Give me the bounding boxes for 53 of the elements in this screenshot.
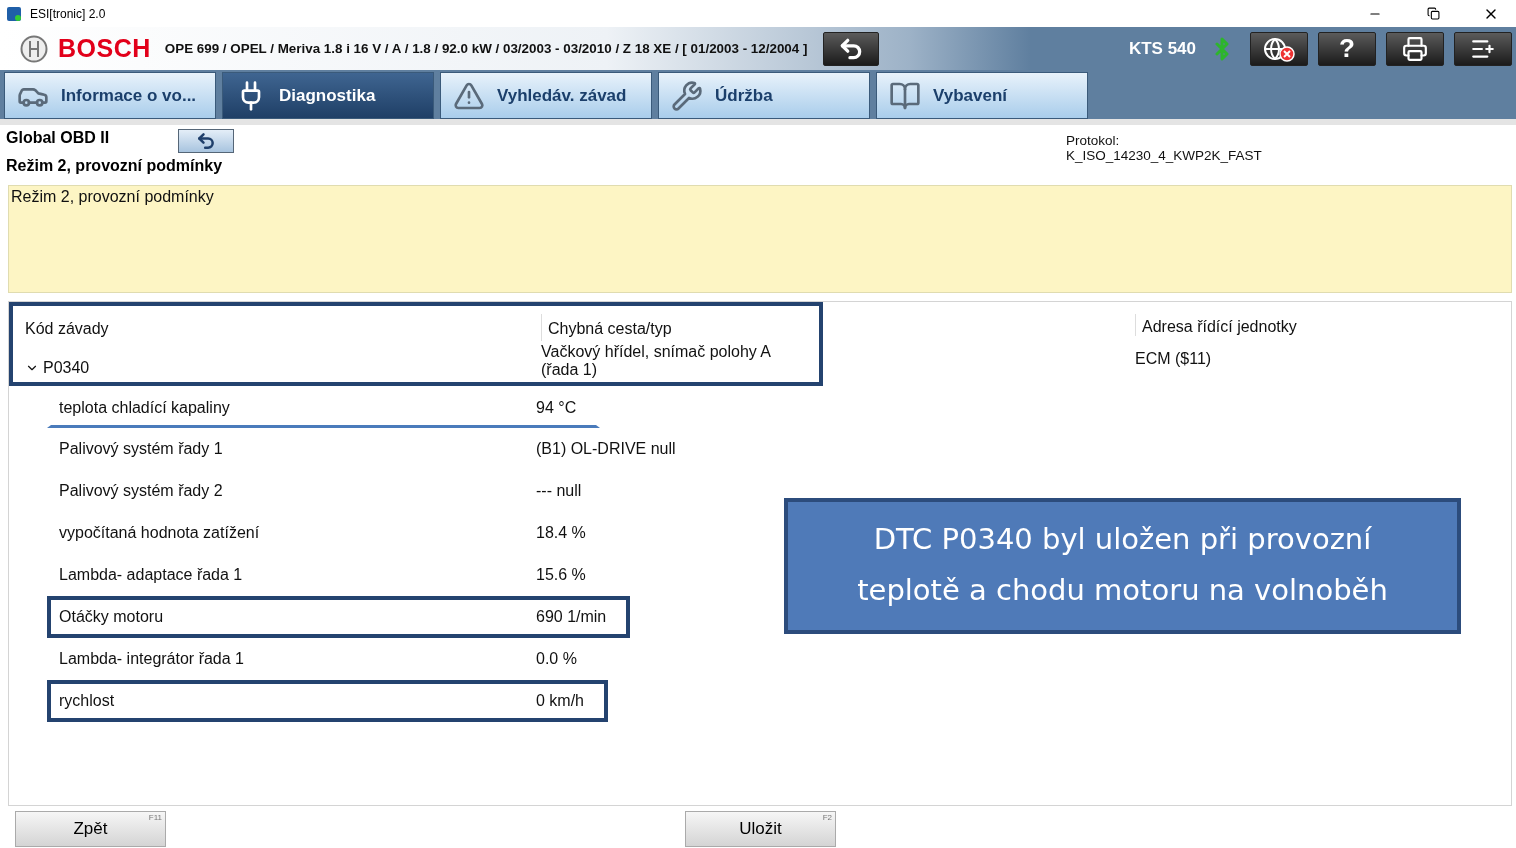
nav-tab[interactable]: Vybavení xyxy=(876,72,1088,119)
back-arrow-icon xyxy=(196,131,216,151)
parameter-value: 15.6 % xyxy=(536,566,586,584)
parameter-name: teplota chladící kapaliny xyxy=(59,398,231,417)
app-icon xyxy=(6,5,22,22)
parameter-value: 0.0 % xyxy=(536,650,577,668)
parameter-value: 690 1/min xyxy=(536,608,607,626)
parameter-name: Lambda- adaptace řada 1 xyxy=(59,566,244,584)
printer-icon xyxy=(1402,35,1428,62)
protocol-label: Protokol: xyxy=(1066,133,1121,148)
parameter-value: 94 °C xyxy=(536,398,577,417)
window-title: ESI[tronic] 2.0 xyxy=(30,6,107,21)
column-header: Chybná cesta/typ xyxy=(541,314,811,341)
system-title: Global OBD II xyxy=(6,129,111,148)
parameter-name: Palivový systém řady 1 xyxy=(59,440,224,458)
wrench-icon xyxy=(671,79,703,112)
nav-tab[interactable]: Diagnostika xyxy=(222,72,434,119)
menu-button[interactable] xyxy=(1454,31,1512,66)
fault-address: ECM ($11) xyxy=(1135,350,1213,368)
print-button[interactable] xyxy=(1386,31,1444,66)
device-name: KTS 540 xyxy=(1128,38,1196,59)
parameter-name: Palivový systém řady 2 xyxy=(59,482,224,500)
column-header: Adresa řídící jednotky xyxy=(1135,314,1511,336)
nav-tab[interactable]: Informace o vo... xyxy=(4,72,216,119)
parameter-name: vypočítaná hodnota zatížení xyxy=(59,524,261,542)
shortcut-key: F2 xyxy=(822,813,832,822)
parameter-name: Otáčky motoru xyxy=(59,608,165,626)
parameter-value: 18.4 % xyxy=(536,524,586,542)
parameter-value: (B1) OL-DRIVE null xyxy=(536,440,676,458)
nav-tab[interactable]: Údržba xyxy=(658,72,870,119)
back-button[interactable] xyxy=(823,31,880,66)
back-button[interactable] xyxy=(178,129,234,153)
brand-logo: BOSCH xyxy=(58,34,151,63)
parameter-name: Lambda- integrátor řada 1 xyxy=(59,650,245,668)
parameter-value: --- null xyxy=(536,482,582,500)
action-button[interactable]: Zpět F11 xyxy=(15,811,166,847)
vehicle-info: OPE 699 / OPEL / Meriva 1.8 i 16 V / A / 1.8 / 92.0 kW / 03/2003 - 03/2010 / Z 18 XE / [ 01/2003 - 12/2004 ] xyxy=(164,41,808,56)
restore-icon[interactable] xyxy=(1426,7,1440,20)
mode-title: Režim 2, provozní podmínky xyxy=(6,157,224,175)
help-button[interactable]: ? xyxy=(1318,31,1376,66)
fault-path: Vačkový hřídel, snímač polohy A (řada 1) xyxy=(541,342,772,380)
logo-icon xyxy=(20,34,48,63)
online-button[interactable] xyxy=(1250,31,1308,66)
protocol-value: K_ISO_14230_4_KWP2K_FAST xyxy=(1066,148,1262,163)
parameter-value: 0 km/h xyxy=(536,692,584,710)
nav-tab[interactable]: Vyhledáv. závad xyxy=(440,72,652,119)
annotation-callout: DTC P0340 byl uložen při provozní teplotě a chodu motoru na volnoběh xyxy=(784,498,1461,634)
shortcut-key: F11 xyxy=(148,813,162,822)
fault-code: P0340 xyxy=(43,358,90,377)
column-header: Kód závady xyxy=(25,319,110,339)
description-text: Režim 2, provozní podmínky xyxy=(8,185,1512,293)
action-button[interactable]: Uložit F2 xyxy=(685,811,836,847)
parameter-name: rychlost xyxy=(59,692,116,710)
